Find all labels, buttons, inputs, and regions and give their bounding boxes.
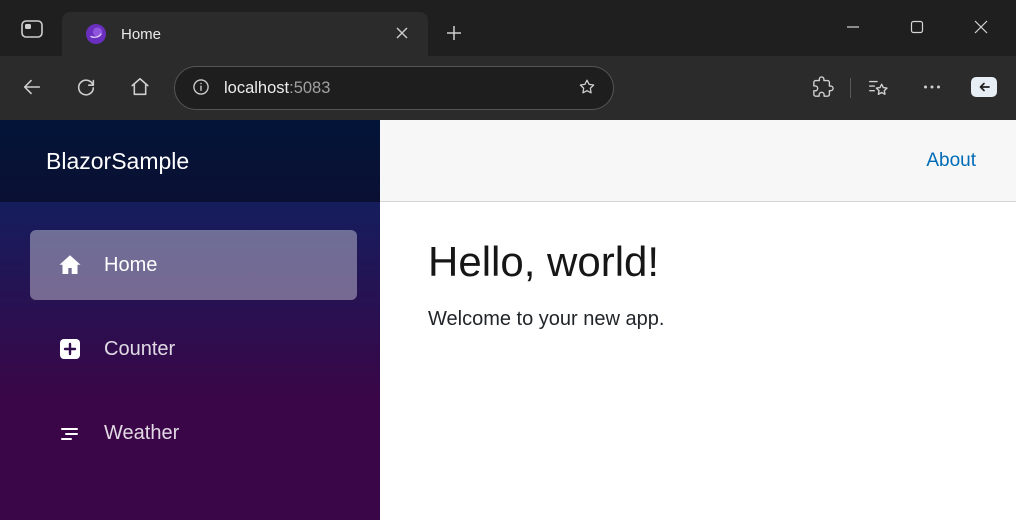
- browser-titlebar: Home: [0, 0, 1016, 56]
- tab-actions-icon: [19, 17, 45, 44]
- browser-toolbar: localhost:5083: [0, 56, 1016, 120]
- favorite-button[interactable]: [571, 72, 603, 104]
- page-viewport: BlazorSample Home Counter Weather About …: [0, 120, 1016, 520]
- sidebar-item-counter[interactable]: Counter: [30, 314, 357, 384]
- main-content: Hello, world! Welcome to your new app.: [380, 202, 1016, 367]
- about-link[interactable]: About: [926, 150, 976, 172]
- url-port: :5083: [289, 78, 331, 97]
- app-brand[interactable]: BlazorSample: [46, 148, 189, 175]
- new-tab-icon: [446, 25, 462, 44]
- new-tab-button[interactable]: [436, 16, 472, 52]
- browser-tab[interactable]: Home: [62, 12, 428, 56]
- back-button[interactable]: [12, 68, 52, 108]
- copilot-sidebar-icon: [969, 74, 999, 103]
- welcome-text: Welcome to your new app.: [428, 308, 665, 330]
- maximize-button[interactable]: [885, 0, 949, 56]
- tab-actions-button[interactable]: [13, 11, 51, 49]
- minimize-icon: [846, 20, 860, 37]
- close-button[interactable]: [949, 0, 1013, 56]
- sidebar: BlazorSample Home Counter Weather: [0, 120, 380, 520]
- back-icon: [21, 76, 43, 101]
- favorites-bar-button[interactable]: [858, 68, 898, 108]
- sidebar-toggle-button[interactable]: [964, 68, 1004, 108]
- page-info-button[interactable]: [185, 72, 217, 104]
- extensions-icon: [812, 75, 834, 101]
- page-info-icon: [191, 77, 211, 100]
- home-icon: [129, 76, 151, 101]
- tab-close-icon: [396, 27, 408, 42]
- main-area: About Hello, world! Welcome to your new …: [380, 120, 1016, 520]
- sidebar-item-weather[interactable]: Weather: [30, 398, 357, 468]
- toolbar-right-group: [803, 68, 1004, 108]
- tab-close-button[interactable]: [388, 20, 416, 48]
- brand-row: BlazorSample: [0, 120, 380, 202]
- extensions-button[interactable]: [803, 68, 843, 108]
- nav-menu: Home Counter Weather: [0, 202, 380, 468]
- close-icon: [974, 20, 988, 37]
- home-button[interactable]: [120, 68, 160, 108]
- window-controls: [821, 0, 1013, 56]
- sidebar-item-label: Home: [104, 253, 158, 276]
- settings-more-button[interactable]: [912, 68, 952, 108]
- sidebar-item-home[interactable]: Home: [30, 230, 357, 300]
- refresh-button[interactable]: [66, 68, 106, 108]
- house-icon: [57, 252, 83, 278]
- blazor-favicon-icon: [86, 24, 106, 44]
- url-host: localhost: [224, 78, 290, 97]
- plus-square-icon: [57, 336, 83, 362]
- toolbar-divider: [850, 78, 851, 98]
- sidebar-item-label: Weather: [104, 421, 180, 444]
- url-text[interactable]: localhost:5083: [224, 79, 571, 98]
- sidebar-item-label: Counter: [104, 337, 176, 360]
- maximize-icon: [910, 20, 924, 37]
- page-title: Hello, world!: [428, 238, 660, 285]
- address-bar[interactable]: localhost:5083: [174, 66, 614, 110]
- more-options-icon: [922, 77, 942, 100]
- browser-window: Home localhost:5083 BlazorSample Home Co…: [0, 0, 1016, 520]
- list-icon: [57, 420, 83, 446]
- favorite-star-icon: [577, 77, 597, 100]
- refresh-icon: [75, 76, 97, 101]
- main-top-row: About: [380, 120, 1016, 202]
- minimize-button[interactable]: [821, 0, 885, 56]
- tab-title: Home: [121, 25, 162, 43]
- favorites-bar-icon: [867, 76, 889, 101]
